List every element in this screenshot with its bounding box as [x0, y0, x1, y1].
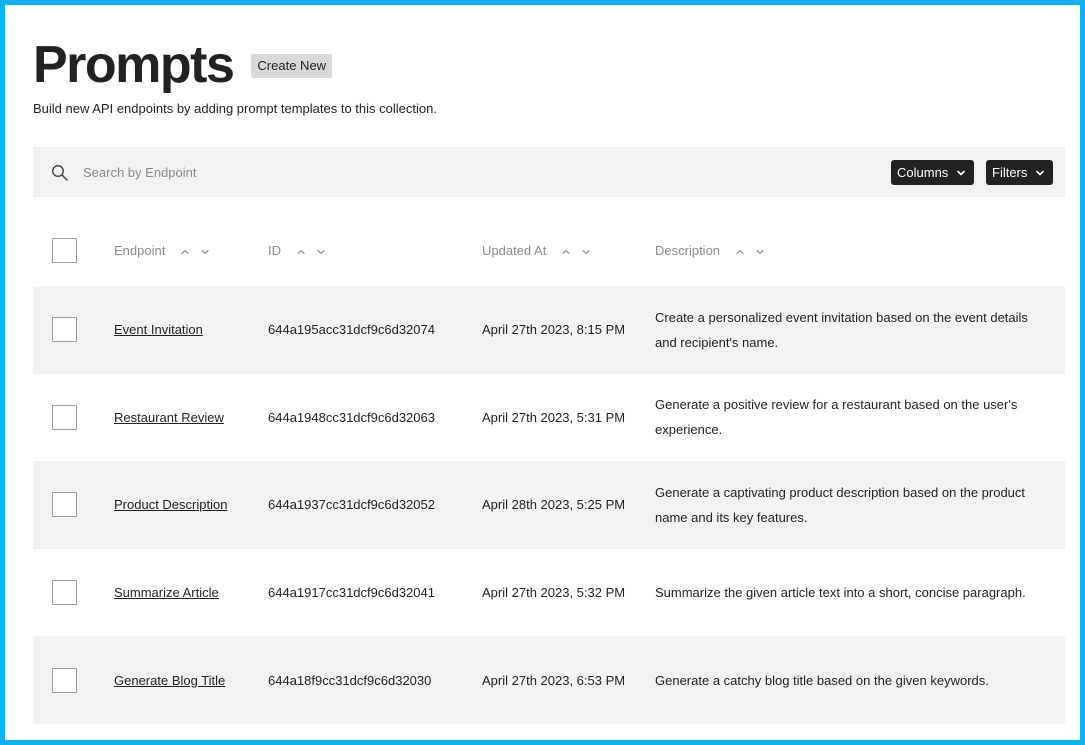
- columns-label: Columns: [897, 165, 949, 180]
- column-header-label: Endpoint: [114, 243, 166, 258]
- page-header: Prompts Create New: [33, 33, 333, 97]
- chevron-down-icon[interactable]: [315, 246, 327, 258]
- row-checkbox[interactable]: [52, 667, 77, 693]
- sort-controls: [175, 246, 215, 258]
- endpoint-cell: Product Description: [114, 461, 268, 549]
- filters-label: Filters: [992, 165, 1028, 180]
- chevron-up-icon[interactable]: [179, 246, 191, 258]
- updated-at-cell: April 27th 2023, 6:53 PM: [482, 672, 626, 688]
- sort-controls: [556, 246, 596, 258]
- row-checkbox[interactable]: [52, 492, 77, 518]
- chevron-down-icon: [957, 170, 966, 175]
- updated-at-cell: April 27th 2023, 5:32 PM: [482, 585, 626, 601]
- updated-at-cell: April 27th 2023, 5:31 PM: [482, 409, 626, 425]
- select-all-checkbox[interactable]: [52, 238, 77, 263]
- endpoint-cell: Summarize Article: [114, 549, 268, 637]
- filters-dropdown-button[interactable]: Filters: [986, 160, 1054, 185]
- column-header-label: ID: [268, 243, 281, 258]
- endpoint-link[interactable]: Event Invitation: [114, 322, 203, 337]
- row-select-cell: [33, 461, 114, 549]
- column-header-endpoint[interactable]: Endpoint: [114, 215, 268, 286]
- app-frame: Prompts Create New Build new API endpoin…: [0, 0, 1085, 745]
- search-bar: Columns Filters: [33, 147, 1065, 197]
- endpoint-link[interactable]: Summarize Article: [114, 585, 219, 600]
- table-row: Event Invitation 644a195acc31dcf9c6d3207…: [33, 286, 1065, 374]
- description-cell: Generate a positive review for a restaur…: [655, 397, 1018, 438]
- endpoint-cell: Event Invitation: [114, 286, 268, 374]
- row-select-cell: [33, 636, 114, 724]
- column-header-description[interactable]: Description: [655, 215, 1065, 286]
- id-cell: 644a18f9cc31dcf9c6d32030: [268, 672, 432, 688]
- sort-controls: [730, 246, 770, 258]
- prompts-table: Endpoint ID Updated At Description Event…: [33, 215, 1065, 724]
- sort-controls: [291, 246, 331, 258]
- description-cell: Generate a catchy blog title based on th…: [655, 672, 989, 688]
- endpoint-cell: Restaurant Review: [114, 374, 268, 462]
- table-row: Summarize Article 644a1917cc31dcf9c6d320…: [33, 549, 1065, 637]
- table-header-row: Endpoint ID Updated At Description: [33, 215, 1065, 286]
- id-cell: 644a1948cc31dcf9c6d32063: [268, 409, 435, 425]
- chevron-up-icon[interactable]: [734, 246, 746, 258]
- chevron-up-icon[interactable]: [295, 246, 307, 258]
- chevron-down-icon[interactable]: [580, 246, 592, 258]
- row-checkbox[interactable]: [52, 404, 77, 430]
- endpoint-link[interactable]: Product Description: [114, 497, 227, 512]
- table-row: Restaurant Review 644a1948cc31dcf9c6d320…: [33, 374, 1065, 462]
- endpoint-link[interactable]: Restaurant Review: [114, 410, 224, 425]
- row-select-cell: [33, 549, 114, 637]
- row-checkbox[interactable]: [52, 317, 77, 343]
- updated-at-cell: April 28th 2023, 5:25 PM: [482, 497, 626, 513]
- page-title: Prompts: [33, 36, 235, 94]
- row-select-cell: [33, 286, 114, 374]
- search-icon: [51, 164, 68, 181]
- chevron-down-icon: [1036, 170, 1045, 175]
- chevron-down-icon[interactable]: [199, 246, 211, 258]
- column-header-label: Updated At: [482, 243, 547, 258]
- select-all-cell: [33, 215, 114, 286]
- endpoint-cell: Generate Blog Title: [114, 636, 268, 724]
- chevron-up-icon[interactable]: [560, 246, 572, 258]
- table-row: Product Description 644a1937cc31dcf9c6d3…: [33, 461, 1065, 549]
- id-cell: 644a195acc31dcf9c6d32074: [268, 322, 435, 338]
- column-header-id[interactable]: ID: [268, 215, 482, 286]
- search-input[interactable]: [83, 160, 583, 184]
- column-header-label: Description: [655, 243, 721, 258]
- endpoint-link[interactable]: Generate Blog Title: [114, 673, 225, 688]
- columns-dropdown-button[interactable]: Columns: [891, 160, 975, 185]
- row-checkbox[interactable]: [52, 580, 77, 606]
- description-cell: Generate a captivating product descripti…: [655, 484, 1026, 525]
- id-cell: 644a1917cc31dcf9c6d32041: [268, 585, 435, 601]
- id-cell: 644a1937cc31dcf9c6d32052: [268, 497, 435, 513]
- page-subtitle: Build new API endpoints by adding prompt…: [33, 101, 437, 116]
- description-cell: Create a personalized event invitation b…: [655, 309, 1028, 350]
- table-row: Generate Blog Title 644a18f9cc31dcf9c6d3…: [33, 636, 1065, 724]
- create-new-button[interactable]: Create New: [251, 54, 333, 78]
- description-cell: Summarize the given article text into a …: [655, 585, 1026, 601]
- row-select-cell: [33, 374, 114, 462]
- updated-at-cell: April 27th 2023, 8:15 PM: [482, 322, 626, 338]
- column-header-updated-at[interactable]: Updated At: [482, 215, 655, 286]
- chevron-down-icon[interactable]: [754, 246, 766, 258]
